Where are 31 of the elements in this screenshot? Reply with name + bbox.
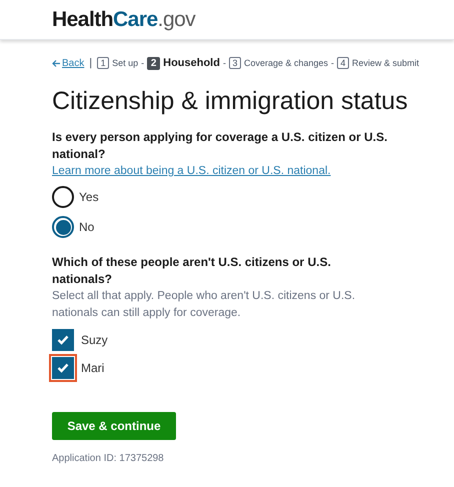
page-title: Citizenship & immigration status xyxy=(52,86,409,116)
radio-button[interactable] xyxy=(52,186,74,208)
checkmark-icon xyxy=(57,363,69,373)
step-separator: - xyxy=(222,56,226,70)
question-label: Is every person applying for coverage a U.S. citizen or U.S. national? xyxy=(52,128,388,163)
step-separator: - xyxy=(141,56,144,70)
divider-text: | xyxy=(89,56,92,71)
radio-label: Yes xyxy=(79,189,99,206)
radio-button[interactable] xyxy=(52,216,74,238)
step-number: 2 xyxy=(147,56,160,70)
application-id: Application ID: 17375298 xyxy=(52,452,165,466)
checkbox[interactable] xyxy=(52,329,74,351)
hint-text: Select all that apply. People who aren't U.S. citizens or U.S. nationals can still apply for coverage. xyxy=(52,289,356,321)
site-logo[interactable]: HealthCare.gov xyxy=(52,4,196,36)
back-link[interactable]: Back xyxy=(52,56,84,71)
checkmark-icon xyxy=(57,335,69,345)
step-label: Household xyxy=(163,56,220,71)
step-label: Set up xyxy=(112,56,138,70)
question-label: Which of these people aren't U.S. citizens or U.S. nationals? xyxy=(52,254,332,288)
radio-label: No xyxy=(79,219,94,236)
checkbox-label: Suzy xyxy=(81,332,108,349)
step-label: Review & submit xyxy=(352,56,420,70)
step-number: 4 xyxy=(337,57,350,70)
learn-more-link[interactable]: Learn more about being a U.S. citizen or U.S. national. xyxy=(52,162,446,180)
back-arrow-icon xyxy=(52,60,60,67)
step-separator: - xyxy=(331,56,334,70)
checkbox-label: Mari xyxy=(81,360,104,377)
step-label: Coverage & changes xyxy=(244,56,328,70)
step-number: 1 xyxy=(97,57,110,70)
save-continue-button[interactable]: Save & continue xyxy=(52,412,176,440)
step-number: 3 xyxy=(228,57,241,70)
